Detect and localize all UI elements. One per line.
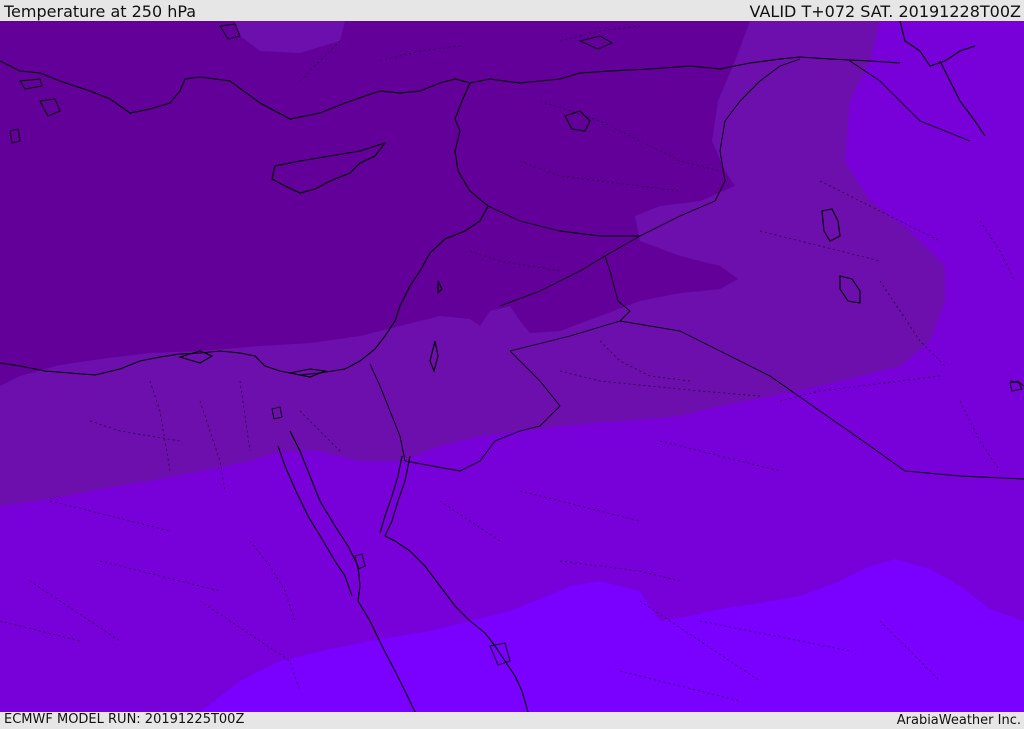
map-header: Temperature at 250 hPa VALID T+072 SAT. …	[0, 0, 1024, 21]
map-footer: ECMWF MODEL RUN: 20191225T00Z ArabiaWeat…	[0, 712, 1024, 729]
model-run-label: ECMWF MODEL RUN: 20191225T00Z	[4, 712, 245, 727]
map-frame: Temperature at 250 hPa VALID T+072 SAT. …	[0, 0, 1024, 729]
map-canvas	[0, 21, 1024, 712]
map-title: Temperature at 250 hPa	[4, 2, 197, 21]
valid-time-label: VALID T+072 SAT. 20191228T00Z	[749, 2, 1021, 21]
credit-label: ArabiaWeather Inc.	[896, 713, 1021, 728]
weather-map	[0, 21, 1024, 712]
